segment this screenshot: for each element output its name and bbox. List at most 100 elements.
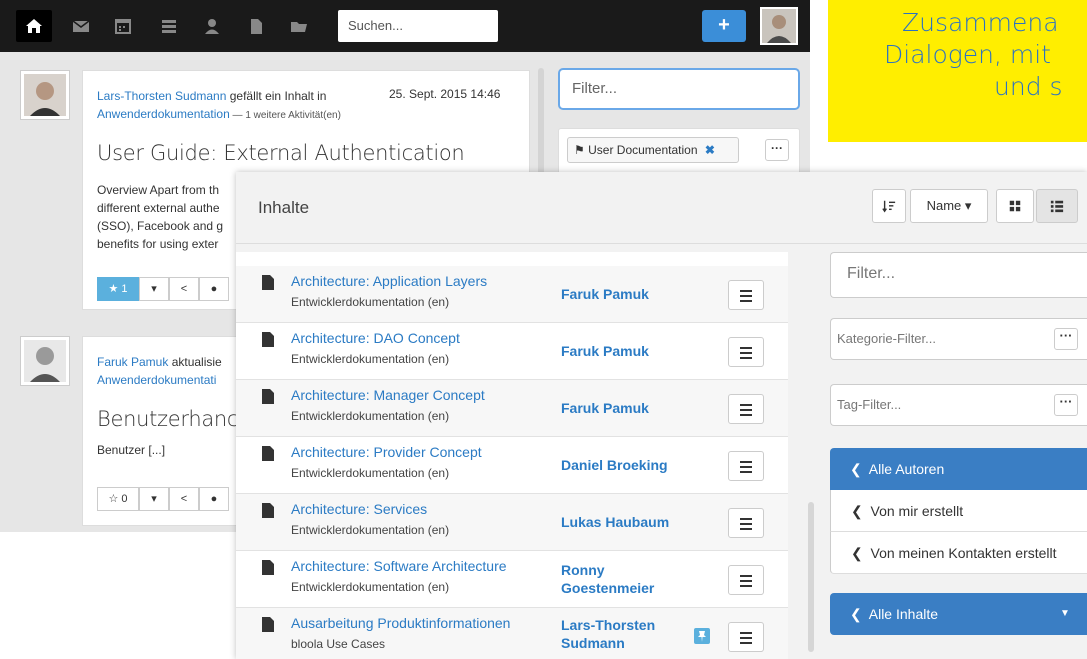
table-row[interactable]: Architecture: DAO Concept Entwicklerdoku… (236, 323, 788, 380)
user-avatar[interactable] (760, 7, 798, 45)
document-icon (262, 503, 274, 518)
pin-button[interactable]: ▾ (139, 487, 169, 511)
location-link[interactable]: Anwenderdokumentation (97, 107, 230, 121)
document-icon (262, 560, 274, 575)
note-line: Dialogen, mit (884, 40, 1051, 69)
list-icon (1050, 200, 1064, 213)
like-button[interactable]: ★ 1 (97, 277, 139, 301)
sort-icon (882, 200, 896, 213)
content-title[interactable]: Architecture: Provider Concept (291, 444, 482, 460)
sort-direction-button[interactable] (872, 189, 906, 223)
filter-input[interactable]: Filter... (558, 68, 800, 110)
content-title[interactable]: Ausarbeitung Produktinformationen (291, 615, 510, 631)
activity-date: 25. Sept. 2015 14:46 (389, 87, 501, 101)
activity-text: aktualisie (168, 355, 222, 369)
row-menu-button[interactable] (728, 508, 764, 538)
created-by-me-option[interactable]: ❮ Von mir erstellt (830, 490, 1087, 532)
add-button[interactable]: + (702, 10, 746, 42)
content-title[interactable]: Architecture: Services (291, 501, 427, 517)
share-button[interactable]: < (169, 277, 199, 301)
content-category: Entwicklerdokumentation (en) (291, 295, 450, 309)
all-contents-select[interactable]: ❮ Alle Inhalte ▼ (830, 593, 1087, 635)
filter-input[interactable]: Filter... (830, 252, 1087, 298)
document-icon[interactable] (245, 15, 267, 37)
content-title[interactable]: Architecture: Application Layers (291, 273, 487, 289)
document-icon (262, 446, 274, 461)
table-row[interactable]: Architecture: Manager Concept Entwickler… (236, 380, 788, 437)
table-row[interactable]: Architecture: Application Layers Entwick… (236, 266, 788, 323)
note-line: Zusammena (902, 8, 1059, 37)
document-icon (262, 275, 274, 290)
row-menu-button[interactable] (728, 280, 764, 310)
share-button[interactable]: < (169, 487, 199, 511)
pinned-badge (694, 628, 710, 644)
avatar[interactable] (20, 336, 70, 386)
activity-header: Lars-Thorsten Sudmann gefällt ein Inhalt… (97, 87, 357, 125)
category-more-button[interactable]: ··· (1054, 328, 1078, 350)
table-row[interactable]: Architecture: Provider Concept Entwickle… (236, 437, 788, 494)
sort-label: Name (926, 198, 962, 213)
pin-button[interactable]: ▾ (139, 277, 169, 301)
row-menu-button[interactable] (728, 565, 764, 595)
post-title[interactable]: Benutzerhanc (97, 407, 238, 431)
search-input[interactable]: Suchen... (338, 10, 498, 42)
content-category: Entwicklerdokumentation (en) (291, 580, 450, 594)
comment-button[interactable]: ● (199, 487, 229, 511)
list-scrollbar[interactable] (808, 502, 814, 652)
content-author[interactable]: Lars-Thorsten Sudmann (561, 616, 671, 652)
tag-filter-input[interactable]: Tag-Filter... (830, 384, 1087, 426)
all-authors-button[interactable]: ❮ Alle Autoren (830, 448, 1087, 490)
avatar[interactable] (20, 70, 70, 120)
sort-select[interactable]: Name ▾ (910, 189, 988, 223)
created-by-contacts-option[interactable]: ❮ Von meinen Kontakten erstellt (830, 532, 1087, 574)
author-link[interactable]: Faruk Pamuk (97, 355, 168, 369)
activity-text: gefällt ein Inhalt in (226, 89, 327, 103)
category-filter-input[interactable]: Kategorie-Filter... (830, 318, 1087, 360)
row-menu-button[interactable] (728, 394, 764, 424)
document-icon (262, 617, 274, 632)
comment-button[interactable]: ● (199, 277, 229, 301)
top-navigation-bar: Suchen... + (0, 0, 810, 52)
table-row[interactable]: Ausarbeitung Produktinformationen bloola… (236, 608, 788, 659)
content-title[interactable]: Architecture: DAO Concept (291, 330, 460, 346)
tag-more-button[interactable]: ··· (1054, 394, 1078, 416)
tag-label: User Documentation (588, 143, 698, 157)
row-menu-button[interactable] (728, 451, 764, 481)
list-icon[interactable] (158, 15, 180, 37)
grid-icon (1009, 200, 1021, 212)
action-row: ☆ 0 ▾ < ● (97, 487, 229, 511)
author-link[interactable]: Lars-Thorsten Sudmann (97, 89, 226, 103)
folder-icon[interactable] (288, 15, 310, 37)
list-view-button[interactable] (1036, 189, 1078, 223)
mail-icon[interactable] (70, 15, 92, 37)
created-by-me-label: Von mir erstellt (870, 503, 964, 519)
remove-tag-icon[interactable]: ✖ (705, 143, 715, 157)
pin-icon (698, 631, 706, 642)
row-menu-button[interactable] (728, 622, 764, 652)
content-title[interactable]: Architecture: Software Architecture (291, 558, 507, 574)
like-button[interactable]: ☆ 0 (97, 487, 139, 511)
calendar-icon[interactable] (112, 15, 134, 37)
table-row[interactable]: Architecture: Software Architecture Entw… (236, 551, 788, 608)
content-author[interactable]: Lukas Haubaum (561, 513, 671, 531)
dialog-title: Inhalte (258, 198, 310, 217)
user-icon[interactable] (201, 15, 223, 37)
table-row[interactable]: Architecture: Services Entwicklerdokumen… (236, 494, 788, 551)
content-title[interactable]: Architecture: Manager Concept (291, 387, 485, 403)
document-icon (262, 389, 274, 404)
post-title[interactable]: User Guide: External Authentication (97, 141, 465, 165)
tag-chip[interactable]: ⚑ User Documentation ✖ (567, 137, 739, 163)
row-menu-button[interactable] (728, 337, 764, 367)
content-author[interactable]: Ronny Goestenmeier (561, 561, 671, 597)
more-button[interactable]: ··· (765, 139, 789, 161)
more-activities[interactable]: — 1 weitere Aktivität(en) (230, 110, 341, 121)
grid-view-button[interactable] (996, 189, 1034, 223)
note-line: und s (994, 72, 1063, 101)
chevron-left-icon: ❮ (851, 545, 863, 561)
content-author[interactable]: Daniel Broeking (561, 456, 671, 474)
content-author[interactable]: Faruk Pamuk (561, 399, 671, 417)
location-link[interactable]: Anwenderdokumentati (97, 373, 216, 387)
home-icon[interactable] (23, 15, 45, 37)
content-author[interactable]: Faruk Pamuk (561, 342, 671, 360)
content-author[interactable]: Faruk Pamuk (561, 285, 671, 303)
